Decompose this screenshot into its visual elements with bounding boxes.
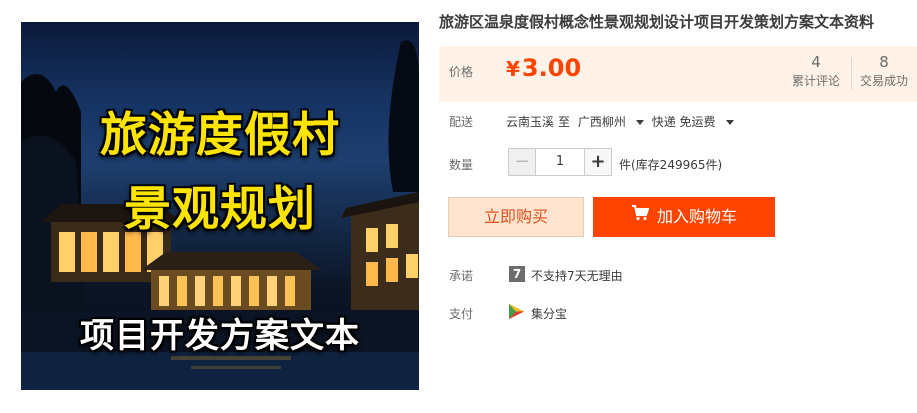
quantity-increase-button[interactable]: +	[584, 148, 612, 176]
promise-label: 承诺	[449, 269, 474, 283]
review-count-label: 累计评论	[791, 74, 840, 88]
promise-row: 承诺 7 不支持7天无理由	[439, 265, 917, 285]
product-image[interactable]: 旅游度假村 景观规划 项目开发方案文本	[21, 22, 419, 390]
payment-label: 支付	[449, 307, 474, 321]
price-panel: 价格 ¥3.00 4 累计评论 8 交易成功	[439, 46, 917, 102]
quantity-label: 数量	[449, 158, 474, 172]
deal-count-stat: 8 交易成功	[853, 52, 915, 90]
cart-icon	[631, 196, 650, 236]
delivery-row: 配送 云南玉溪至 广西柳州 快递 免运费	[439, 111, 917, 131]
shipping-method: 快递 免运费	[651, 115, 716, 129]
delivery-to-word: 至	[558, 115, 571, 129]
quantity-decrease-button[interactable]: −	[508, 148, 536, 176]
add-to-cart-label: 加入购物车	[656, 207, 737, 226]
chevron-down-icon	[725, 120, 734, 125]
deal-count: 8	[879, 53, 889, 71]
add-to-cart-button[interactable]: 加入购物车	[593, 197, 775, 237]
stat-divider	[851, 58, 852, 90]
price-amount: 3.00	[521, 54, 582, 82]
image-headline-2: 景观规划	[124, 182, 316, 237]
stock-info: 件(库存249965件)	[619, 158, 723, 172]
delivery-origin: 云南玉溪	[506, 115, 555, 129]
promise-text[interactable]: 不支持7天无理由	[531, 267, 623, 284]
delivery-destination: 广西柳州	[577, 115, 626, 129]
payment-method[interactable]: 集分宝	[531, 305, 567, 322]
quantity-row: 数量 − 1 + 件(库存249965件)	[439, 148, 917, 178]
deal-count-label: 交易成功	[859, 74, 908, 88]
delivery-info: 云南玉溪至 广西柳州 快递 免运费	[506, 113, 738, 130]
review-count-stat[interactable]: 4 累计评论	[781, 52, 851, 90]
payment-row: 支付 集分宝	[439, 303, 917, 323]
price-value: ¥3.00	[506, 54, 581, 82]
seven-day-return-icon: 7	[509, 266, 525, 282]
quantity-input[interactable]: 1	[535, 148, 585, 176]
price-label: 价格	[449, 65, 474, 79]
currency-symbol: ¥	[506, 57, 520, 81]
jifenbao-icon	[508, 303, 525, 324]
delivery-label: 配送	[449, 115, 474, 129]
image-subtitle: 项目开发方案文本	[80, 316, 360, 356]
buy-now-button[interactable]: 立即购买	[448, 197, 584, 237]
product-title: 旅游区温泉度假村概念性景观规划设计项目开发策划方案文本资料	[439, 13, 875, 31]
chevron-down-icon	[635, 120, 644, 125]
destination-selector[interactable]: 广西柳州	[578, 115, 648, 129]
review-count: 4	[811, 53, 821, 71]
shipping-method-selector[interactable]: 快递 免运费	[652, 115, 738, 129]
image-headline-1: 旅游度假村	[100, 108, 340, 163]
